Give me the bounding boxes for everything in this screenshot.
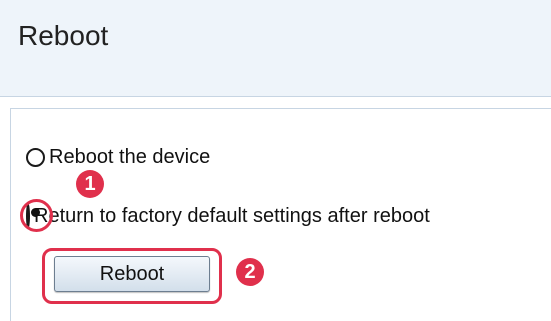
reboot-device-radio[interactable] [26, 148, 45, 167]
reboot-button[interactable]: Reboot [54, 256, 210, 292]
page-title: Reboot [18, 20, 109, 51]
option-factory-default[interactable]: Return to factory default settings after… [20, 199, 430, 232]
step-1-badge: 1 [76, 170, 104, 198]
option-reboot-device[interactable]: Reboot the device [26, 146, 210, 169]
step-2-badge: 2 [236, 258, 264, 286]
radio-highlight-ring [20, 199, 53, 232]
page-header: Reboot [0, 0, 551, 97]
factory-default-radio-wrapper [20, 199, 53, 232]
reboot-device-label: Reboot the device [49, 146, 211, 168]
factory-default-label: Return to factory default settings after… [34, 205, 430, 227]
